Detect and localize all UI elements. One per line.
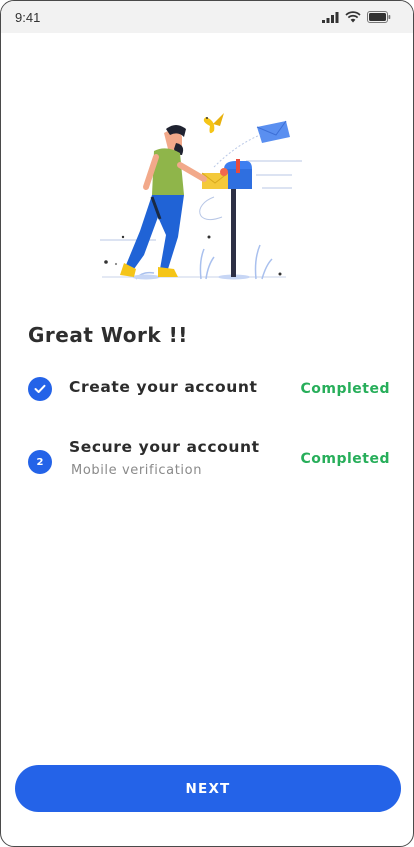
signal-icon bbox=[322, 11, 339, 23]
status-icons bbox=[322, 11, 391, 23]
step-subtitle: Mobile verification bbox=[71, 463, 203, 478]
step-title: Create your account bbox=[69, 378, 258, 396]
step-status: Completed bbox=[300, 451, 390, 467]
next-button[interactable]: NEXT bbox=[15, 765, 401, 812]
status-time: 9:41 bbox=[15, 9, 41, 25]
page-title: Great Work !! bbox=[28, 323, 188, 347]
mailbox-illustration bbox=[100, 113, 302, 280]
step-secure-account: 2 Secure your account Mobile verificatio… bbox=[28, 435, 390, 481]
status-bar: 9:41 bbox=[1, 1, 413, 33]
step-number-badge: 2 bbox=[28, 450, 52, 474]
battery-icon bbox=[367, 11, 391, 23]
step-status: Completed bbox=[300, 381, 390, 397]
step-create-account: Create your account Completed bbox=[28, 375, 390, 405]
wifi-icon bbox=[345, 11, 361, 23]
check-icon bbox=[34, 384, 46, 393]
step-number: 2 bbox=[36, 456, 44, 468]
step-title: Secure your account bbox=[69, 438, 260, 456]
step-complete-badge bbox=[28, 377, 52, 401]
phone-frame: 9:41 Great Work !! Create your account C… bbox=[0, 0, 414, 847]
